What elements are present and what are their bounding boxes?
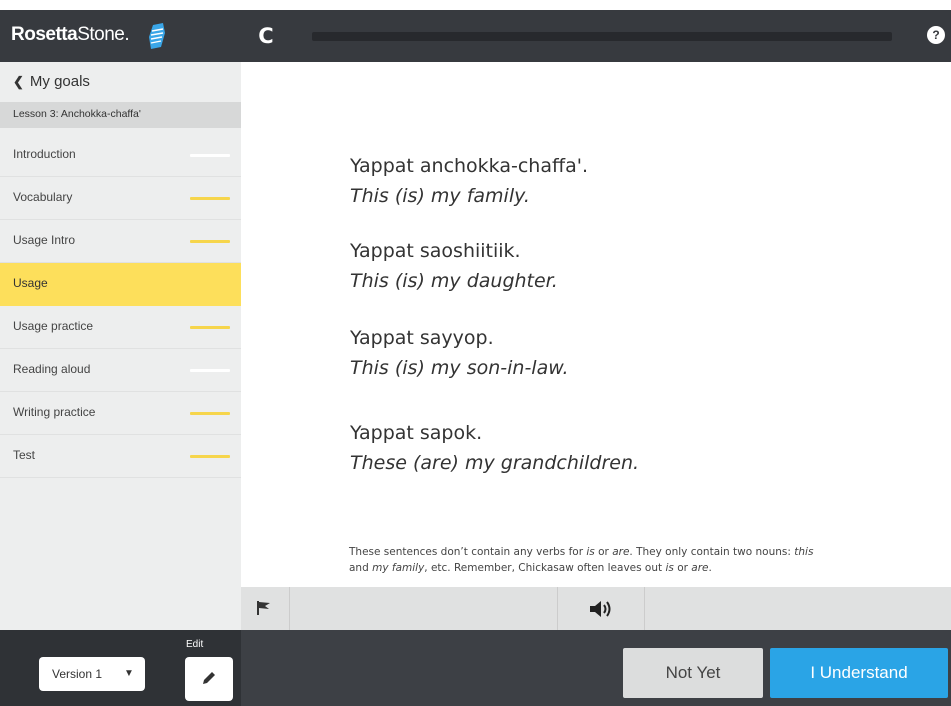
lesson-progress-bar [312,32,892,41]
phrase-translation: This (is) my daughter. [350,270,558,292]
phrase-block: Yappat saoshiitiik. This (is) my daughte… [350,240,558,292]
footer-bar: Version 1 ▼ Edit Not Yet I Understand [0,630,951,706]
status-bar-pending [190,197,230,200]
speaker-icon [590,601,611,617]
phrase-native: Yappat anchokka-chaffa'. [350,155,588,177]
phrase-native: Yappat sapok. [350,422,483,444]
sidebar-item-writing-practice[interactable]: Writing practice [0,392,241,435]
phrase-translation: This (is) my family. [350,185,530,207]
chevron-down-icon: ▼ [124,668,134,679]
sidebar-item-label: Usage [13,276,48,290]
lesson-title: Lesson 3: Anchokka-chaffa' [0,102,241,128]
sidebar-item-label: Usage Intro [13,233,76,247]
phrase-translation: These (are) my grandchildren. [350,452,640,474]
sidebar-item-label: Vocabulary [13,190,73,204]
version-value: Version 1 [52,667,103,681]
sidebar-item-usage[interactable]: Usage [0,263,241,306]
phrase-block: Yappat sayyop. This (is) my son-in-law. [350,327,569,379]
sidebar-item-usage-intro[interactable]: Usage Intro [0,220,241,263]
app-window: RosettaStone. C ? ❮ My goals Lesson 3: An… [0,0,951,706]
lesson-content: Yappat anchokka-chaffa'. This (is) my fa… [241,62,951,587]
phrase-block: Yappat sapok. These (are) my grandchildr… [350,422,639,474]
footer-left-panel: Version 1 ▼ Edit [0,630,241,706]
lesson-nav: Introduction Vocabulary Usage Intro Usag… [0,134,241,478]
sidebar-item-label: Usage practice [13,319,94,333]
edit-button[interactable] [185,657,233,701]
sidebar-item-label: Introduction [13,147,76,161]
sidebar: ❮ My goals Lesson 3: Anchokka-chaffa' Int… [0,62,241,630]
control-strip [241,587,951,630]
help-button[interactable]: ? [927,26,945,44]
sidebar-item-label: Reading aloud [13,362,91,376]
pencil-icon [203,672,215,684]
back-to-goals-link[interactable]: ❮ My goals [0,62,241,102]
sidebar-item-label: Writing practice [13,405,96,419]
logo-secondary: Stone. [77,24,130,45]
flag-button[interactable] [241,587,290,630]
logo-primary: Rosetta [11,24,78,45]
phrase-translation: This (is) my son-in-law. [350,357,569,379]
app-logo: RosettaStone. [11,24,130,46]
phrase-block: Yappat anchokka-chaffa'. This (is) my fa… [350,155,588,207]
status-bar-pending [190,326,230,329]
sidebar-item-usage-practice[interactable]: Usage practice [0,306,241,349]
logo-icon [149,23,165,49]
not-yet-button[interactable]: Not Yet [623,648,763,698]
edit-label: Edit [186,639,204,650]
sidebar-item-introduction[interactable]: Introduction [0,134,241,177]
flag-icon [257,601,270,615]
sidebar-item-vocabulary[interactable]: Vocabulary [0,177,241,220]
play-audio-button[interactable] [557,587,645,630]
status-bar-pending [190,455,230,458]
i-understand-button[interactable]: I Understand [770,648,948,698]
sidebar-item-label: Test [13,448,36,462]
status-bar-complete [190,369,230,372]
refresh-button[interactable]: C [254,24,278,48]
status-bar-pending [190,240,230,243]
status-bar-pending [190,412,230,415]
version-select[interactable]: Version 1 ▼ [39,657,145,691]
back-label: My goals [29,73,90,90]
phrase-native: Yappat saoshiitiik. [350,240,521,262]
status-bar-complete [190,154,230,157]
grammar-note: These sentences don’t contain any verbs … [349,546,814,574]
phrase-native: Yappat sayyop. [350,327,494,349]
sidebar-item-reading-aloud[interactable]: Reading aloud [0,349,241,392]
sidebar-item-test[interactable]: Test [0,435,241,478]
top-bar: RosettaStone. C ? [0,10,951,62]
chevron-left-icon: ❮ [13,74,24,89]
